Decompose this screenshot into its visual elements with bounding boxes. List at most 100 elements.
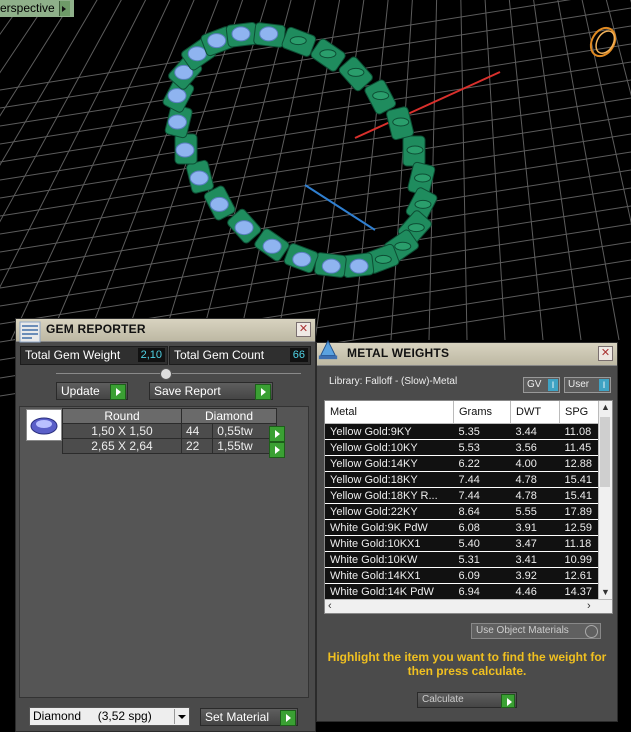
viewport-label-text: erspective [0, 1, 55, 15]
table-row[interactable]: Yellow Gold:9KY 5.35 3.44 11.08 [325, 423, 611, 440]
instruction-text: Highlight the item you want to find the … [327, 650, 607, 678]
metal-grams: 5.31 [453, 551, 511, 568]
row-select-button[interactable] [269, 426, 285, 442]
table-row[interactable]: Yellow Gold:22KY 8.64 5.55 17.89 [325, 503, 611, 520]
table-row[interactable]: White Gold:10KX1 5.40 3.47 11.18 [325, 535, 611, 552]
horizontal-scrollbar[interactable]: ‹ › [325, 599, 612, 613]
divider-slider-track [56, 373, 301, 374]
metal-table-grid: Metal Grams DWT SPG Yellow Gold:9KY 5.35 3… [325, 401, 611, 600]
metal-name: Yellow Gold:14KY [325, 455, 454, 472]
gem-total-weight: 1,55tw [212, 438, 277, 454]
metal-table[interactable]: Metal Grams DWT SPG Yellow Gold:9KY 5.35 3… [324, 400, 613, 614]
scroll-up-icon[interactable]: ▲ [601, 403, 610, 412]
y-axis-line [304, 184, 376, 231]
metal-grams: 5.40 [453, 535, 511, 552]
gem-shape-header: Round [62, 408, 182, 424]
gem-reporter-title: GEM REPORTER [46, 322, 146, 336]
toggle-indicator: I [548, 379, 558, 391]
gem-thumbnail[interactable] [26, 409, 62, 441]
library-label: Library: Falloff - (Slow)-Metal [329, 376, 458, 387]
radio-icon [585, 625, 598, 638]
update-button[interactable]: Update [56, 382, 128, 400]
table-row[interactable]: White Gold:10KW 5.31 3.41 10.99 [325, 551, 611, 568]
viewport-label[interactable]: erspective [0, 0, 74, 17]
column-header-dwt[interactable]: DWT [510, 401, 560, 424]
metal-dwt: 4.78 [510, 471, 560, 488]
metal-grams: 7.44 [453, 471, 511, 488]
gem-reporter-close-button[interactable]: ✕ [296, 322, 311, 337]
metal-dwt: 3.92 [510, 567, 560, 584]
material-select-value: Diamond (3,52 spg) [33, 709, 152, 723]
metal-dwt: 4.78 [510, 487, 560, 504]
table-row[interactable]: Yellow Gold:14KY 6.22 4.00 12.88 [325, 455, 611, 472]
play-arrow-icon [255, 384, 271, 400]
metal-name: Yellow Gold:22KY [325, 503, 454, 520]
viewport-menu-arrow-icon[interactable] [58, 1, 70, 16]
gem-material-header: Diamond [181, 408, 277, 424]
save-report-button[interactable]: Save Report [149, 382, 273, 400]
use-object-materials-label: Use Object Materials [476, 625, 569, 636]
scroll-thumb[interactable] [600, 417, 610, 487]
scroll-right-icon[interactable]: › [587, 601, 591, 612]
metal-dwt: 3.44 [510, 423, 560, 440]
table-row[interactable]: Yellow Gold:18KY 7.44 4.78 15.41 [325, 471, 611, 488]
metal-weights-close-button[interactable]: ✕ [598, 346, 613, 361]
table-row[interactable]: White Gold:14K PdW 6.94 4.46 14.37 [325, 583, 611, 600]
table-row[interactable]: Yellow Gold:10KY 5.53 3.56 11.45 [325, 439, 611, 456]
table-row[interactable]: 1,50 X 1,50 44 0,55tw [62, 423, 277, 439]
metal-name: Yellow Gold:9KY [325, 423, 454, 440]
metal-name: Yellow Gold:10KY [325, 439, 454, 456]
metal-name: Yellow Gold:18KY [325, 471, 454, 488]
metal-grams: 6.94 [453, 583, 511, 600]
metal-name: White Gold:14K PdW [325, 583, 454, 600]
table-row[interactable]: White Gold:14KX1 6.09 3.92 12.61 [325, 567, 611, 584]
metal-name: White Gold:10KW [325, 551, 454, 568]
material-select[interactable]: Diamond (3,52 spg) [29, 707, 190, 726]
metal-dwt: 4.46 [510, 583, 560, 600]
total-gem-weight-label: Total Gem Weight [25, 348, 121, 362]
metal-weights-titlebar[interactable]: METAL WEIGHTS ✕ [317, 339, 617, 366]
metal-dwt: 3.91 [510, 519, 560, 536]
update-button-label: Update [61, 384, 100, 398]
round-diamond-icon [30, 417, 58, 435]
play-arrow-icon [110, 384, 126, 400]
metal-grams: 7.44 [453, 487, 511, 504]
metal-weights-panel: METAL WEIGHTS ✕ Library: Falloff - (Slow… [316, 339, 618, 722]
metal-dwt: 3.41 [510, 551, 560, 568]
metal-grams: 6.09 [453, 567, 511, 584]
metal-grams: 6.22 [453, 455, 511, 472]
user-toggle[interactable]: User I [564, 377, 611, 393]
close-icon: ✕ [600, 347, 611, 359]
metal-grams: 5.35 [453, 423, 511, 440]
use-object-materials-button[interactable]: Use Object Materials [471, 623, 601, 639]
row-select-button[interactable] [269, 442, 285, 458]
vertical-scrollbar[interactable]: ▲ ▼ [598, 401, 612, 599]
column-header-grams[interactable]: Grams [453, 401, 511, 424]
gv-toggle-label: GV [527, 379, 542, 390]
table-row[interactable]: Yellow Gold:18KY R... 7.44 4.78 15.41 [325, 487, 611, 504]
metal-dwt: 3.56 [510, 439, 560, 456]
scroll-down-icon[interactable]: ▼ [601, 588, 610, 597]
divider-slider-knob[interactable] [160, 368, 172, 380]
gem-reporter-panel: GEM REPORTER ✕ Total Gem Weight 2,10 Tot… [15, 318, 316, 732]
total-gem-weight-field: Total Gem Weight 2,10 [20, 346, 168, 365]
gem-reporter-titlebar[interactable]: GEM REPORTER ✕ [16, 319, 315, 343]
chevron-down-icon [174, 709, 188, 724]
gem-list: Round Diamond 1,50 X 1,50 44 0,55tw 2,65… [19, 406, 309, 698]
scale-icon [318, 339, 338, 360]
gem-total-weight: 0,55tw [212, 423, 277, 439]
table-row[interactable]: 2,65 X 2,64 22 1,55tw [62, 438, 277, 454]
total-gem-count-label: Total Gem Count [174, 348, 265, 362]
scroll-left-icon[interactable]: ‹ [328, 601, 332, 612]
gem-size: 2,65 X 2,64 [62, 438, 182, 454]
gv-toggle[interactable]: GV I [523, 377, 560, 393]
calculate-button-label: Calculate [422, 694, 464, 705]
total-gem-count-field: Total Gem Count 66 [169, 346, 311, 365]
close-icon: ✕ [298, 323, 309, 335]
column-header-metal[interactable]: Metal [325, 401, 454, 424]
calculate-button[interactable]: Calculate [417, 692, 517, 708]
set-material-button[interactable]: Set Material [200, 708, 298, 726]
gem-table: Round Diamond 1,50 X 1,50 44 0,55tw 2,65… [62, 408, 277, 454]
table-row[interactable]: White Gold:9K PdW 6.08 3.91 12.59 [325, 519, 611, 536]
metal-dwt: 3.47 [510, 535, 560, 552]
